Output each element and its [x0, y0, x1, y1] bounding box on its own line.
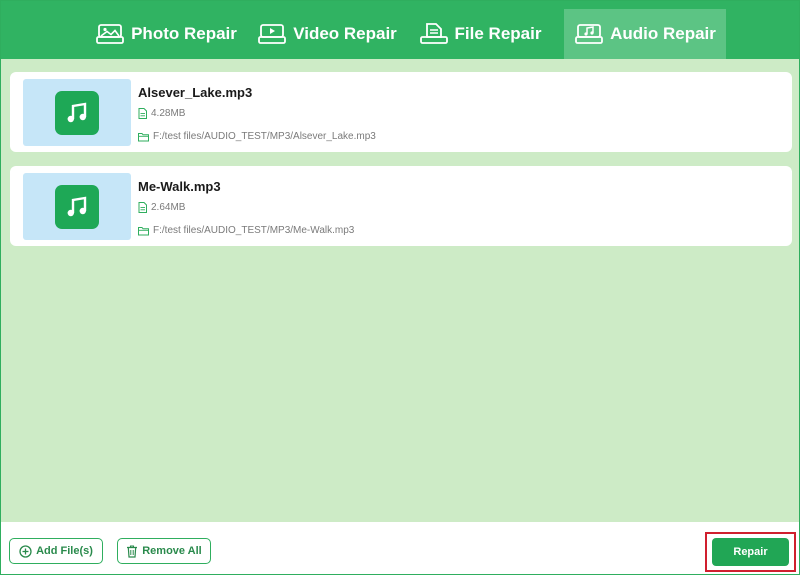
file-size-row: 4.28MB — [138, 108, 185, 119]
tab-file-repair[interactable]: File Repair — [414, 9, 546, 59]
file-thumbnail — [23, 173, 131, 240]
file-list-item[interactable]: Me-Walk.mp3 2.64MB F:/test files/AUDIO_T… — [10, 166, 792, 246]
add-files-button[interactable]: Add File(s) — [9, 538, 103, 564]
file-icon — [419, 23, 448, 44]
add-files-label: Add File(s) — [36, 545, 93, 557]
action-bar: Add File(s) Remove All Repair — [1, 522, 799, 574]
music-note-icon — [67, 102, 87, 123]
folder-icon — [138, 226, 149, 235]
music-note-icon — [67, 196, 87, 217]
tab-video-repair-label: Video Repair — [293, 24, 397, 43]
repair-highlight-box: Repair — [705, 532, 796, 572]
file-thumbnail — [23, 79, 131, 146]
audio-icon — [575, 24, 603, 44]
file-size-row: 2.64MB — [138, 202, 185, 213]
remove-all-button[interactable]: Remove All — [117, 538, 211, 564]
tab-photo-repair[interactable]: Photo Repair — [91, 9, 241, 59]
video-icon — [258, 24, 287, 44]
tab-photo-repair-label: Photo Repair — [131, 24, 237, 43]
file-name: Me-Walk.mp3 — [138, 179, 221, 194]
tab-file-repair-label: File Repair — [454, 24, 542, 43]
tab-audio-repair-label: Audio Repair — [610, 24, 716, 43]
file-path-row: F:/test files/AUDIO_TEST/MP3/Alsever_Lak… — [138, 131, 376, 142]
file-path-row: F:/test files/AUDIO_TEST/MP3/Me-Walk.mp3 — [138, 225, 354, 236]
photo-icon — [96, 24, 124, 44]
tab-video-repair[interactable]: Video Repair — [254, 9, 400, 59]
trash-icon — [127, 544, 138, 558]
remove-all-label: Remove All — [142, 545, 202, 557]
file-list-item[interactable]: Alsever_Lake.mp3 4.28MB F:/test files/AU… — [10, 72, 792, 152]
app-window: Photo Repair Video Repair File Repair Au… — [0, 0, 800, 575]
file-size: 4.28MB — [151, 108, 186, 119]
document-icon — [138, 108, 147, 119]
plus-circle-icon — [19, 544, 32, 558]
file-path: F:/test files/AUDIO_TEST/MP3/Alsever_Lak… — [153, 131, 376, 142]
repair-type-tabs: Photo Repair Video Repair File Repair Au… — [1, 1, 799, 59]
repair-button[interactable]: Repair — [712, 538, 789, 566]
file-name: Alsever_Lake.mp3 — [138, 85, 253, 100]
tab-audio-repair[interactable]: Audio Repair — [564, 9, 726, 59]
file-path: F:/test files/AUDIO_TEST/MP3/Me-Walk.mp3 — [153, 225, 355, 236]
file-size: 2.64MB — [151, 202, 186, 213]
folder-icon — [138, 132, 149, 141]
document-icon — [138, 202, 147, 213]
